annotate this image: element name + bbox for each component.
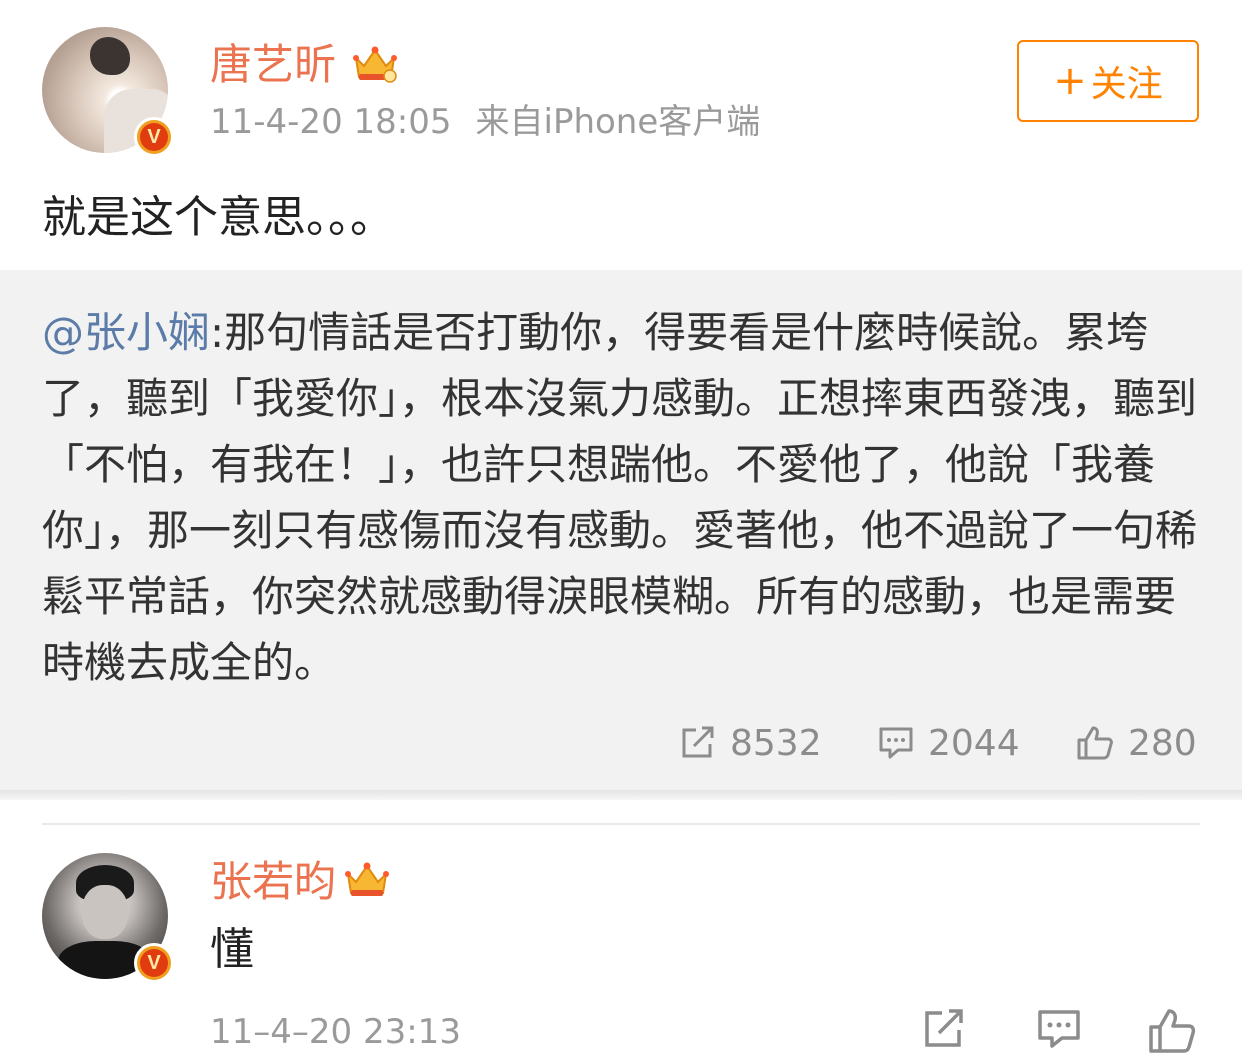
author-name[interactable]: 唐艺昕: [210, 40, 336, 90]
retweet-card[interactable]: @张小娴:那句情話是否打動你，得要看是什麼時候說。累垮了，聽到「我愛你」，根本沒…: [0, 270, 1242, 790]
comment-count-button[interactable]: 2044: [878, 718, 1020, 768]
comment-text: 懂: [210, 924, 254, 975]
share-icon[interactable]: [922, 1008, 966, 1050]
post-text: 就是这个意思。。。: [42, 192, 394, 243]
commenter-name[interactable]: 张若昀: [210, 857, 336, 907]
commenter-avatar[interactable]: V: [42, 853, 174, 983]
verified-badge-icon: V: [134, 943, 174, 983]
like-count: 280: [1128, 722, 1197, 764]
follow-label: 关注: [1090, 64, 1163, 105]
like-count-button[interactable]: 280: [1076, 718, 1197, 768]
author-avatar[interactable]: V: [42, 27, 174, 157]
retweet-text: @张小娴:那句情話是否打動你，得要看是什麼時候說。累垮了，聽到「我愛你」，根本沒…: [42, 300, 1202, 696]
thumbs-up-icon: [1077, 726, 1113, 760]
comment-icon[interactable]: [1036, 1008, 1082, 1050]
weibo-post: V 唐艺昕 11-4-20 18:05 来自iPhone客户端 + 关注 就是这个意…: [0, 0, 1242, 790]
post-meta: 11-4-20 18:05 来自iPhone客户端: [210, 100, 760, 144]
thumbs-up-icon[interactable]: [1148, 1008, 1196, 1054]
section-divider: [0, 790, 1242, 800]
comment-time: 11–4–20 23:13: [210, 1012, 461, 1052]
post-time: 11-4-20 18:05: [210, 102, 452, 142]
comment-icon: [879, 727, 913, 759]
repost-count-button[interactable]: 8532: [680, 718, 822, 768]
retweet-body: :那句情話是否打動你，得要看是什麼時候說。累垮了，聽到「我愛你」，根本沒氣力感動…: [42, 308, 1198, 687]
mention-link[interactable]: @张小娴: [42, 308, 210, 357]
crown-icon: [353, 46, 397, 83]
share-icon: [682, 726, 714, 758]
repost-count: 8532: [730, 722, 822, 764]
comment-count: 2044: [928, 722, 1020, 764]
crown-icon: [345, 862, 389, 896]
follow-button[interactable]: + 关注: [1017, 40, 1199, 122]
post-source: 来自iPhone客户端: [475, 102, 761, 142]
verified-badge-icon: V: [134, 117, 174, 157]
plus-icon: +: [1053, 58, 1087, 104]
comment-divider: [42, 823, 1200, 825]
